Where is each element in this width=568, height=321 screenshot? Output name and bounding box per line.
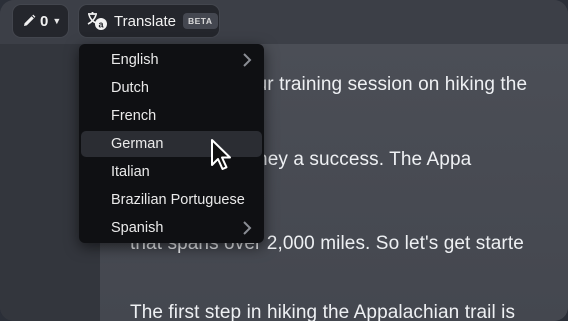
pencil-icon — [22, 14, 36, 28]
menu-item-label: Italian — [111, 164, 150, 180]
menu-item-brazilian-portuguese[interactable]: Brazilian Portuguese — [81, 187, 262, 213]
chevron-right-icon — [243, 53, 252, 67]
menu-item-label: English — [111, 52, 159, 68]
translate-label: Translate — [114, 12, 176, 30]
mouse-cursor-icon — [211, 139, 231, 170]
menu-item-spanish[interactable]: Spanish — [81, 215, 262, 241]
menu-item-english[interactable]: English — [81, 47, 262, 73]
menu-item-label: German — [111, 136, 164, 152]
language-menu: English Dutch French German Italian Braz… — [79, 44, 264, 243]
menu-item-label: Spanish — [111, 220, 164, 236]
edit-button[interactable]: 0 ▼ — [13, 5, 68, 37]
menu-item-label: Brazilian Portuguese — [111, 192, 245, 208]
menu-item-label: French — [111, 108, 157, 124]
chevron-right-icon — [243, 221, 252, 235]
menu-item-french[interactable]: French — [81, 103, 262, 129]
translate-icon: a — [86, 11, 108, 31]
app-window: Welcome to your training session on hiki… — [0, 0, 568, 321]
beta-badge: BETA — [182, 13, 218, 29]
translate-button[interactable]: a Translate BETA — [79, 5, 219, 37]
menu-item-label: Dutch — [111, 80, 149, 96]
document-line: The first step in hiking the Appalachian… — [130, 302, 516, 321]
edit-count: 0 — [40, 12, 49, 30]
menu-item-dutch[interactable]: Dutch — [81, 75, 262, 101]
chevron-down-icon: ▼ — [52, 16, 62, 26]
